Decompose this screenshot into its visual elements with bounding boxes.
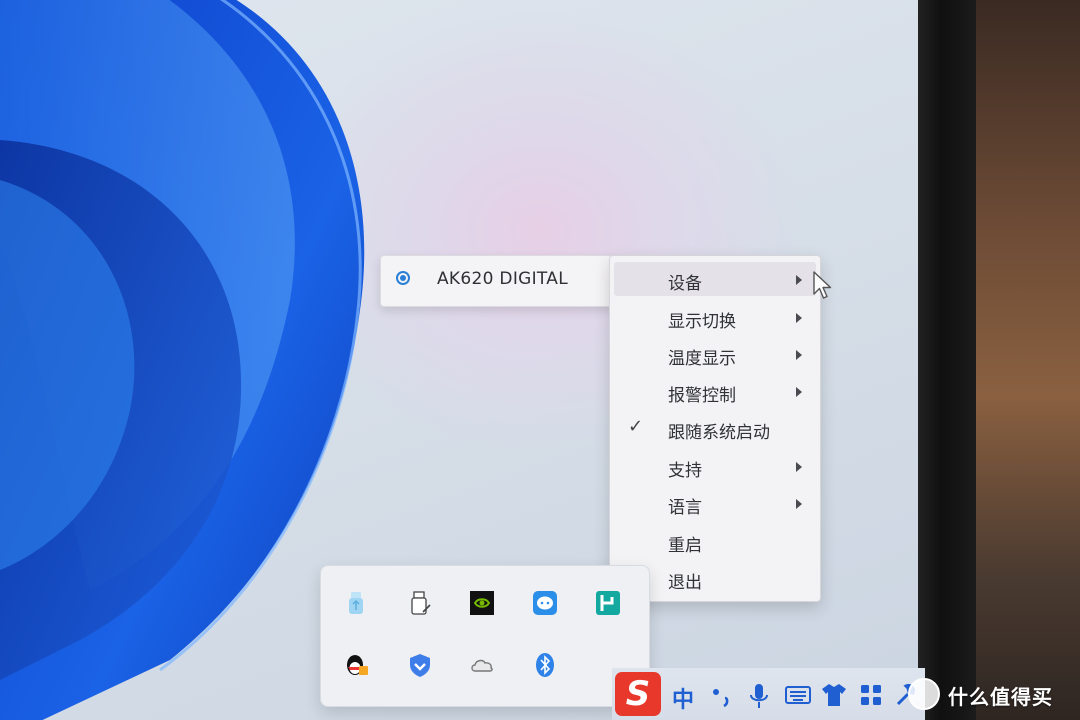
submenu-arrow-icon	[796, 387, 802, 397]
menu-item-alarm-control[interactable]: 报警控制	[614, 374, 816, 408]
menu-item-label: 温度显示	[668, 349, 736, 369]
bluetooth-icon[interactable]	[532, 652, 558, 678]
device-radio-selected[interactable]	[396, 271, 410, 285]
tray-context-menu: 设备 显示切换 温度显示 报警控制 ✓ 跟随系统启动 支持 语言 重启 退出	[609, 255, 821, 602]
ime-mode-indicator[interactable]: 中	[672, 682, 694, 714]
toolbox-icon[interactable]	[858, 682, 884, 708]
menu-item-label: 跟随系统启动	[668, 423, 770, 443]
watermark-text: 什么值得买	[948, 685, 1053, 709]
device-option-label[interactable]: AK620 DIGITAL	[437, 269, 568, 289]
monitor-bezel	[918, 0, 976, 720]
menu-item-label: 重启	[668, 536, 702, 556]
ime-punctuation-icon[interactable]	[710, 684, 736, 708]
submenu-arrow-icon	[796, 275, 802, 285]
device-submenu: AK620 DIGITAL	[380, 255, 614, 307]
submenu-arrow-icon	[796, 499, 802, 509]
menu-item-support[interactable]: 支持	[614, 449, 816, 483]
shield-icon[interactable]	[407, 652, 433, 678]
mouse-cursor-icon	[813, 271, 832, 299]
tray-overflow-flyout	[320, 565, 650, 707]
onedrive-cloud-icon[interactable]	[469, 652, 495, 678]
watermark-logo-icon	[908, 678, 940, 710]
menu-item-autostart[interactable]: ✓ 跟随系统启动	[614, 411, 816, 445]
site-watermark: 什么值得买	[908, 676, 1080, 712]
menu-item-display-switch[interactable]: 显示切换	[614, 300, 816, 334]
qq-penguin-icon[interactable]	[343, 652, 369, 678]
menu-item-device[interactable]: 设备	[614, 262, 816, 296]
submenu-arrow-icon	[796, 350, 802, 360]
menu-item-label: 报警控制	[668, 386, 736, 406]
usb-device-icon[interactable]	[343, 590, 369, 616]
skin-icon[interactable]	[820, 682, 848, 708]
usb-drive-icon[interactable]	[407, 590, 433, 616]
checkmark-icon: ✓	[628, 416, 644, 437]
menu-item-temperature-display[interactable]: 温度显示	[614, 337, 816, 371]
microphone-icon[interactable]	[748, 682, 770, 710]
keyboard-icon[interactable]	[784, 684, 812, 706]
chat-bubble-icon[interactable]	[532, 590, 558, 616]
background-room	[976, 0, 1080, 720]
nvidia-icon[interactable]	[469, 590, 495, 616]
menu-item-label: 支持	[668, 461, 702, 481]
submenu-arrow-icon	[796, 462, 802, 472]
menu-item-language[interactable]: 语言	[614, 486, 816, 520]
app-green-icon[interactable]	[595, 590, 621, 616]
menu-item-label: 退出	[668, 573, 702, 593]
menu-item-label: 语言	[668, 498, 702, 518]
submenu-arrow-icon	[796, 313, 802, 323]
ime-logo[interactable]: S	[615, 672, 661, 716]
menu-item-label: 显示切换	[668, 312, 736, 332]
menu-item-label: 设备	[668, 274, 702, 294]
menu-item-restart[interactable]: 重启	[614, 524, 816, 558]
